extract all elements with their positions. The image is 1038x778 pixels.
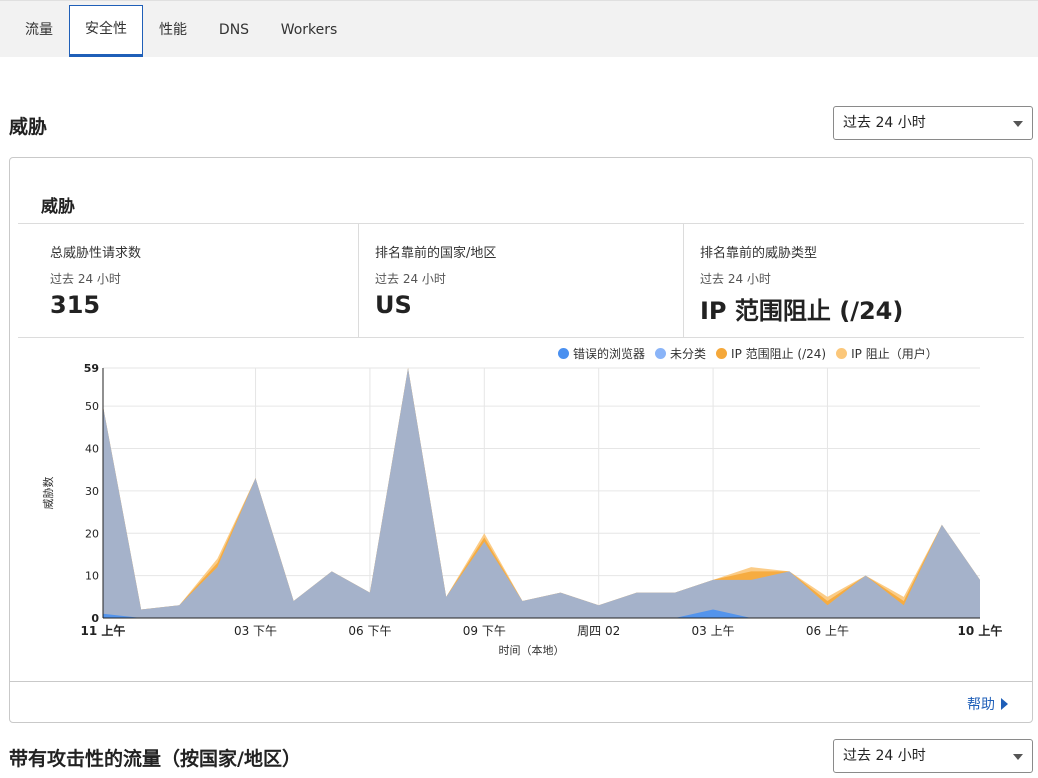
tab-performance[interactable]: 性能 <box>144 5 202 57</box>
legend-dot <box>558 347 569 359</box>
threats-range-value: 过去 24 小时 <box>843 115 926 131</box>
caret-right-icon <box>1001 698 1008 710</box>
attack-traffic-section-title: 带有攻击性的流量（按国家/地区） <box>9 748 301 770</box>
y-tick-label: 40 <box>85 443 99 456</box>
chevron-down-icon <box>1013 754 1023 760</box>
tab-dns[interactable]: DNS <box>203 5 265 57</box>
y-tick-label: 59 <box>84 362 99 375</box>
x-tick-label: 周四 02 <box>577 624 620 638</box>
stat-period: 过去 24 小时 <box>700 272 771 286</box>
threats-range-select[interactable]: 过去 24 小时 <box>833 106 1033 140</box>
card-title: 威胁 <box>41 197 75 217</box>
threats-section-title: 威胁 <box>9 116 48 138</box>
divider <box>683 224 684 337</box>
divider <box>10 681 1032 682</box>
y-tick-label: 30 <box>85 485 99 498</box>
divider <box>358 224 359 337</box>
stat-period: 过去 24 小时 <box>375 272 446 286</box>
attack-traffic-range-select[interactable]: 过去 24 小时 <box>833 739 1033 773</box>
help-link[interactable]: 帮助 <box>967 694 1008 714</box>
threats-card: 威胁 总威胁性请求数 过去 24 小时 315 排名靠前的国家/地区 过去 24… <box>9 157 1033 723</box>
divider <box>18 337 1024 338</box>
y-axis-label: 威胁数 <box>41 477 55 510</box>
stat-label: 排名靠前的国家/地区 <box>375 246 497 261</box>
stat-total-threats: 总威胁性请求数 过去 24 小时 315 <box>50 242 141 319</box>
x-tick-label: 03 上午 <box>692 624 735 638</box>
y-tick-label: 20 <box>85 527 99 540</box>
legend-dot <box>716 347 728 359</box>
x-tick-label: 03 下午 <box>234 624 277 638</box>
y-tick-label: 50 <box>85 400 99 413</box>
tab-workers[interactable]: Workers <box>266 5 352 57</box>
stat-value: US <box>375 291 412 319</box>
divider <box>18 223 1024 224</box>
tab-security[interactable]: 安全性 <box>69 5 143 57</box>
stat-value: 315 <box>50 291 101 319</box>
stat-label: 总威胁性请求数 <box>50 246 142 261</box>
stat-value: IP 范围阻止 (/24) <box>700 297 904 325</box>
help-link-label: 帮助 <box>967 697 995 713</box>
chevron-down-icon <box>1013 121 1023 127</box>
series-area <box>103 368 980 618</box>
x-axis-label: 时间（本地） <box>499 643 565 657</box>
y-tick-label: 10 <box>85 570 99 583</box>
stat-period: 过去 24 小时 <box>50 272 121 286</box>
tab-traffic[interactable]: 流量 <box>9 5 69 57</box>
x-tick-label: 10 上午 <box>958 623 1003 638</box>
legend-dot <box>836 347 848 359</box>
stat-label: 排名靠前的威胁类型 <box>700 246 818 261</box>
stat-top-threat-type: 排名靠前的威胁类型 过去 24 小时 IP 范围阻止 (/24) <box>700 242 903 326</box>
legend-dot <box>655 347 667 359</box>
threats-chart: 010203040505911 上午 03 下午 06 下午 09 下午 周四 02 03… <box>41 362 1003 657</box>
stat-top-country: 排名靠前的国家/地区 过去 24 小时 US <box>375 242 496 319</box>
x-tick-label: 06 下午 <box>348 624 391 638</box>
x-tick-label: 06 上午 <box>806 624 849 638</box>
tab-bar: 流量 安全性 性能 DNS Workers <box>0 0 1038 57</box>
attack-traffic-range-value: 过去 24 小时 <box>843 748 926 764</box>
x-tick-label: 09 下午 <box>463 624 506 638</box>
x-tick-label: 11 上午 <box>81 623 126 638</box>
